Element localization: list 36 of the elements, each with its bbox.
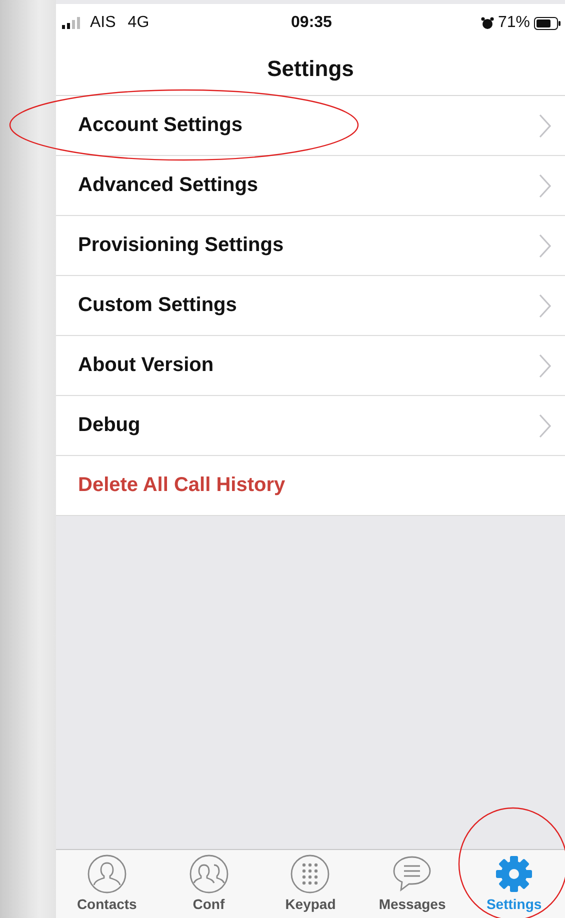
tab-bar-item[interactable]: Contacts (56, 854, 157, 918)
chevron-right-icon (539, 294, 551, 318)
person-icon (86, 854, 127, 894)
row-label: Advanced Settings (78, 174, 258, 197)
row-label: Delete All Call History (78, 474, 286, 497)
tab-bar-item[interactable]: Keypad (260, 854, 360, 918)
battery-percent: 71% (498, 14, 530, 32)
chevron-right-icon (539, 414, 551, 438)
tab-bar-item[interactable]: Messages (362, 854, 462, 918)
settings-row[interactable]: Custom Settings (56, 276, 565, 336)
network-type: 4G (128, 14, 150, 32)
settings-row[interactable]: Provisioning Settings (56, 216, 565, 276)
carrier-name: AIS (90, 14, 116, 32)
row-label: Debug (78, 414, 140, 437)
speech-bubble-icon (392, 854, 432, 894)
keypad-icon (290, 854, 330, 894)
row-label: Provisioning Settings (78, 234, 284, 257)
row-label: About Version (78, 354, 214, 377)
gear-icon (494, 854, 534, 894)
settings-row[interactable]: Debug (56, 396, 565, 456)
row-label: Account Settings (78, 114, 242, 137)
alarm-clock-icon (480, 16, 494, 30)
tab-bar-item[interactable]: Conf (158, 854, 259, 918)
battery-icon (534, 16, 561, 30)
settings-row[interactable]: Account Settings (56, 96, 565, 156)
settings-row[interactable]: Delete All Call History (56, 456, 565, 516)
settings-row[interactable]: About Version (56, 336, 565, 396)
chevron-right-icon (539, 234, 551, 258)
chevron-right-icon (539, 354, 551, 378)
chevron-right-icon (539, 114, 551, 138)
settings-row[interactable]: Advanced Settings (56, 156, 565, 216)
people-icon (188, 854, 229, 894)
chevron-right-icon (539, 174, 551, 198)
row-label: Custom Settings (78, 294, 237, 317)
status-time: 09:35 (291, 14, 332, 32)
screen-title: Settings (267, 56, 354, 82)
